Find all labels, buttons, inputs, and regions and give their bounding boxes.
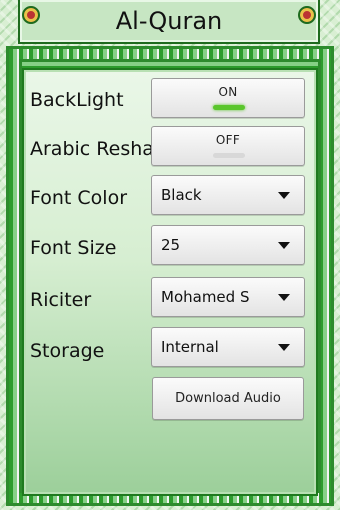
font-size-label: Font Size bbox=[30, 237, 117, 259]
font-size-value: 25 bbox=[161, 236, 181, 254]
toggle-indicator-off bbox=[213, 153, 245, 158]
reciter-label: Riciter bbox=[30, 289, 92, 311]
app-screen: Al-Quran BackLight ON Arabic Reshaping O… bbox=[0, 0, 340, 510]
reciter-value: Mohamed S bbox=[161, 288, 250, 306]
font-color-label: Font Color bbox=[30, 187, 128, 209]
arabic-reshaping-state: OFF bbox=[215, 133, 241, 147]
arabic-reshaping-toggle[interactable]: OFF bbox=[151, 126, 305, 166]
ornament-icon bbox=[22, 6, 40, 24]
reciter-select[interactable]: Mohamed S bbox=[151, 277, 305, 317]
font-size-select[interactable]: 25 bbox=[151, 225, 305, 265]
chevron-down-icon bbox=[278, 294, 290, 301]
font-color-value: Black bbox=[161, 186, 202, 204]
page-title: Al-Quran bbox=[115, 7, 223, 35]
backlight-toggle[interactable]: ON bbox=[151, 78, 305, 118]
backlight-state: ON bbox=[218, 85, 238, 99]
storage-value: Internal bbox=[161, 338, 219, 356]
storage-select[interactable]: Internal bbox=[151, 327, 305, 367]
chevron-down-icon bbox=[278, 192, 290, 199]
download-audio-label: Download Audio bbox=[175, 391, 281, 406]
title-bar: Al-Quran bbox=[18, 0, 320, 44]
toggle-indicator-on bbox=[213, 105, 245, 110]
chevron-down-icon bbox=[278, 242, 290, 249]
ornament-icon bbox=[298, 6, 316, 24]
download-audio-button[interactable]: Download Audio bbox=[152, 377, 304, 420]
chevron-down-icon bbox=[278, 344, 290, 351]
backlight-label: BackLight bbox=[30, 89, 124, 111]
storage-label: Storage bbox=[30, 340, 105, 362]
font-color-select[interactable]: Black bbox=[151, 175, 305, 215]
